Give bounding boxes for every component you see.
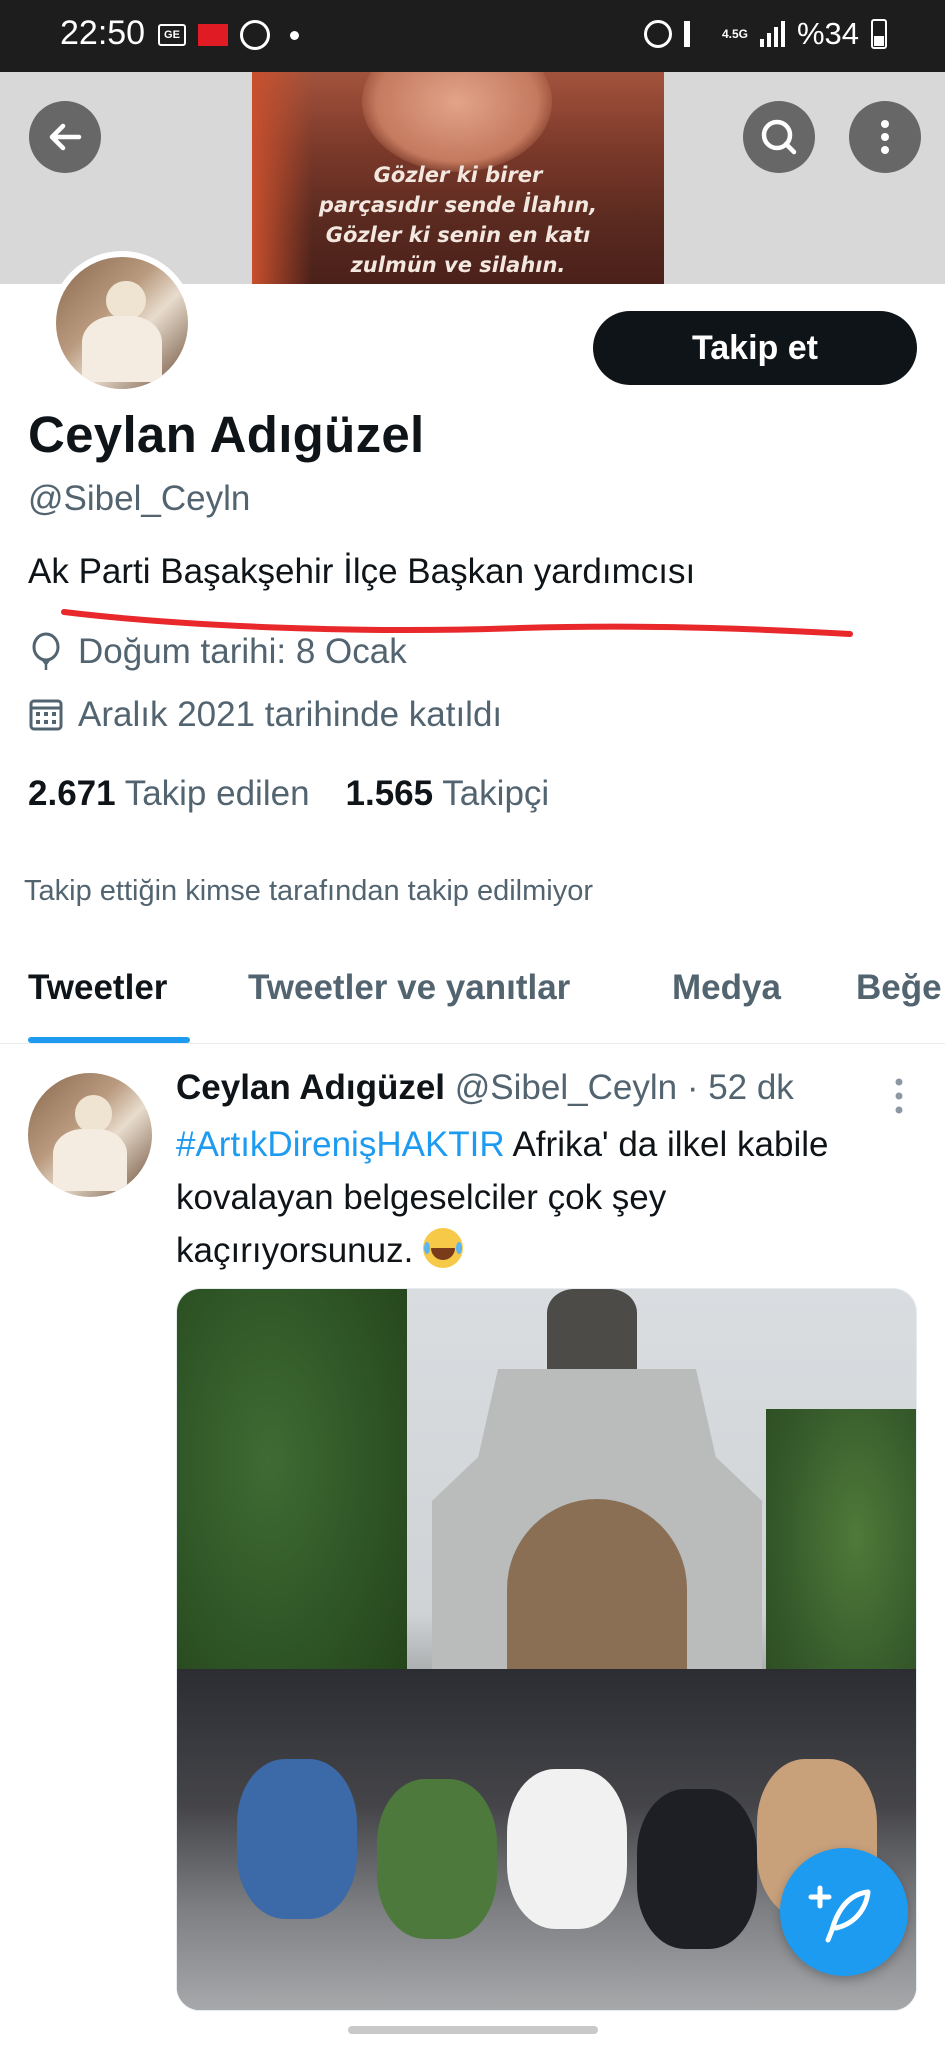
birth-date-row: Doğum tarihi: 8 Ocak bbox=[28, 632, 407, 672]
tweet-timestamp: · 52 dk bbox=[686, 1068, 794, 1107]
display-name: Ceylan Adıgüzel bbox=[28, 406, 425, 463]
tweet-header: Ceylan Adıgüzel @Sibel_Ceyln · 52 dk bbox=[176, 1068, 794, 1108]
banner-caption-line: zulmün ve silahın. bbox=[350, 253, 566, 277]
compose-tweet-button[interactable] bbox=[780, 1848, 908, 1976]
network-type: 4.5G bbox=[721, 27, 748, 41]
banner-caption-line: Gözler ki birer bbox=[373, 163, 543, 187]
signal-icon bbox=[759, 21, 785, 47]
tweet-avatar[interactable] bbox=[28, 1073, 152, 1197]
profile-avatar[interactable] bbox=[50, 251, 194, 395]
active-tab-indicator bbox=[28, 1037, 190, 1043]
followers-link[interactable]: 1.565 Takipçi bbox=[346, 774, 550, 814]
banner-caption: Gözler ki birer parçasıdır sende İlahın,… bbox=[252, 160, 664, 280]
more-options-button[interactable] bbox=[849, 101, 921, 173]
tweet-hashtag[interactable]: #ArtıkDirenişHAKTIR bbox=[176, 1125, 505, 1164]
avatar-image bbox=[56, 257, 188, 389]
system-icons: 4.5G %34 bbox=[643, 16, 887, 52]
more-vertical-icon bbox=[881, 120, 889, 154]
flag-icon bbox=[198, 24, 228, 46]
profile-bio: Ak Parti Başakşehir İlçe Başkan yardımcı… bbox=[28, 552, 696, 591]
alarm-icon bbox=[643, 20, 672, 48]
following-label: Takip edilen bbox=[124, 774, 310, 813]
notification-icons: GE bbox=[158, 20, 299, 50]
tweet-author-handle: @Sibel_Ceyln bbox=[454, 1068, 678, 1107]
profile-tabs: Tweetler Tweetler ve yanıtlar Medya Beğe bbox=[0, 958, 945, 1044]
status-time: 22:50 bbox=[60, 14, 146, 52]
not-followed-notice: Takip ettiğin kimse tarafından takip edi… bbox=[24, 875, 593, 907]
compose-feather-icon bbox=[808, 1885, 871, 1943]
joined-date-row: Aralık 2021 tarihinde katıldı bbox=[28, 695, 502, 735]
battery-icon bbox=[871, 19, 887, 49]
ge-app-icon: GE bbox=[158, 24, 186, 46]
mute-icon bbox=[683, 21, 710, 47]
globe-icon bbox=[240, 20, 270, 50]
following-link[interactable]: 2.671 Takip edilen bbox=[28, 774, 310, 814]
tweet-author-name[interactable]: Ceylan Adıgüzel bbox=[176, 1068, 445, 1107]
followers-label: Takipçi bbox=[442, 774, 550, 813]
tab-tweets-and-replies[interactable]: Tweetler ve yanıtlar bbox=[248, 968, 570, 1008]
arrow-left-icon bbox=[49, 123, 82, 151]
joined-date: Aralık 2021 tarihinde katıldı bbox=[78, 695, 503, 734]
media-statue bbox=[547, 1289, 637, 1369]
follow-stats: 2.671 Takip edilen 1.565 Takipçi bbox=[28, 774, 549, 814]
followers-count: 1.565 bbox=[345, 774, 434, 813]
tab-tweets[interactable]: Tweetler bbox=[28, 968, 167, 1008]
user-handle: @Sibel_Ceyln bbox=[28, 479, 251, 518]
balloon-icon bbox=[32, 632, 60, 670]
following-count: 2.671 bbox=[28, 774, 116, 813]
tweet-text: #ArtıkDirenişHAKTIR Afrika' da ilkel kab… bbox=[176, 1118, 896, 1277]
search-icon bbox=[761, 119, 797, 155]
tears-of-joy-emoji-icon bbox=[423, 1228, 464, 1268]
banner-caption-line: parçasıdır sende İlahın, bbox=[318, 193, 598, 217]
calendar-icon bbox=[29, 699, 63, 731]
tweet-more-icon[interactable] bbox=[893, 1076, 905, 1116]
profile-banner[interactable]: Gözler ki birer parçasıdır sende İlahın,… bbox=[0, 72, 945, 284]
home-indicator[interactable] bbox=[348, 2026, 598, 2034]
follow-button[interactable]: Takip et bbox=[593, 311, 917, 385]
back-button[interactable] bbox=[29, 101, 101, 173]
birth-date: Doğum tarihi: 8 Ocak bbox=[78, 632, 407, 671]
tab-media[interactable]: Medya bbox=[672, 968, 781, 1008]
tab-likes[interactable]: Beğe bbox=[856, 968, 942, 1008]
status-bar: 22:50 GE 4.5G %34 bbox=[0, 0, 945, 72]
banner-caption-line: Gözler ki senin en katı bbox=[325, 223, 591, 247]
search-button[interactable] bbox=[743, 101, 815, 173]
media-trees bbox=[177, 1289, 407, 1719]
dot-icon bbox=[290, 30, 299, 40]
battery-level: %34 bbox=[796, 16, 859, 51]
